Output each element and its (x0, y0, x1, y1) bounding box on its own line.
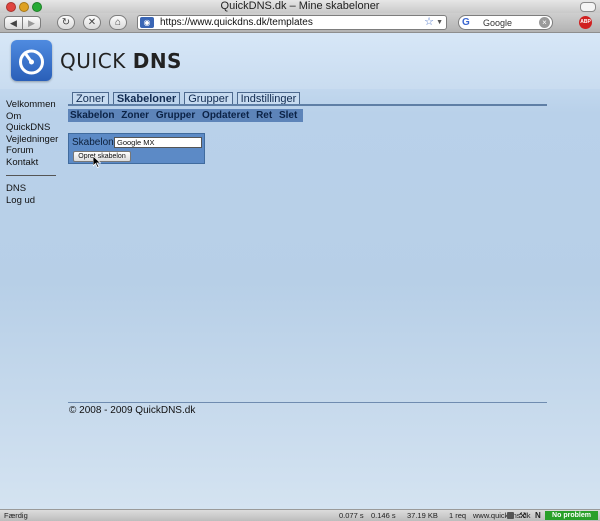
toolbar-toggle-button[interactable] (580, 2, 596, 12)
status-badge[interactable]: No problem (545, 511, 598, 520)
back-button[interactable]: ◀ (4, 16, 23, 30)
google-search-engine-icon[interactable]: G (462, 16, 470, 29)
lock-icon[interactable] (507, 512, 514, 519)
status-text: Færdig (4, 511, 28, 520)
create-template-button[interactable]: Opret skabelon (73, 151, 131, 162)
reload-button[interactable]: ↻ (57, 15, 75, 30)
sidebar-item-log-ud[interactable]: Log ud (6, 195, 66, 207)
column-header-opdateret: Opdateret (202, 110, 250, 121)
search-box[interactable]: G × (458, 15, 553, 30)
home-button[interactable]: ⌂ (109, 15, 127, 30)
page-viewport: QUICK DNS Velkommen Om QuickDNS Vejledni… (0, 33, 600, 509)
quickdns-logo-icon[interactable] (11, 40, 52, 81)
template-name-label: Skabelon: (72, 137, 117, 148)
sidebar-nav: Velkommen Om QuickDNS Vejledninger Forum… (6, 99, 66, 206)
column-header-slet: Slet (278, 110, 298, 121)
template-name-input[interactable] (114, 137, 202, 148)
column-header-zoner: Zoner (121, 110, 150, 121)
tab-underline (68, 104, 547, 106)
url-bar[interactable]: ◉ https://www.quickdns.dk/templates ☆ ▼ (137, 15, 447, 30)
load-time-1: 0.077 s (339, 511, 364, 520)
sidebar-item-om-quickdns[interactable]: Om QuickDNS (6, 111, 66, 134)
history-dropdown-icon[interactable]: ▼ (436, 17, 443, 29)
stop-button[interactable]: ✕ (83, 15, 101, 30)
sidebar-item-kontakt[interactable]: Kontakt (6, 157, 66, 169)
sidebar-item-vejledninger[interactable]: Vejledninger (6, 134, 66, 146)
mouse-cursor-icon (93, 156, 101, 168)
adblock-icon[interactable]: ABP (579, 16, 592, 29)
logo-text-bold: DNS (132, 49, 182, 73)
footer-divider (68, 402, 547, 403)
site-identity-icon[interactable]: ◉ (140, 17, 154, 28)
wrench-icon[interactable]: ⚒ (519, 510, 526, 521)
forward-button[interactable]: ▶ (22, 16, 41, 30)
create-template-form: Skabelon: Opret skabelon (68, 133, 205, 164)
sidebar-item-forum[interactable]: Forum (6, 145, 66, 157)
site-logo-text[interactable]: QUICK DNS (60, 49, 182, 73)
close-window-button[interactable] (6, 2, 16, 12)
logo-text-light: QUICK (60, 49, 126, 73)
load-time-2: 0.146 s (371, 511, 396, 520)
copyright-text: © 2008 - 2009 QuickDNS.dk (69, 405, 196, 416)
sidebar-item-velkommen[interactable]: Velkommen (6, 99, 66, 111)
column-header-skabelon: Skabelon (70, 110, 115, 121)
n-addon-icon[interactable]: N (535, 510, 541, 521)
site-header: QUICK DNS (0, 33, 600, 89)
page-size: 37.19 KB (407, 511, 438, 520)
template-table-header: Skabelon Zoner Grupper Opdateret Ret Sle… (68, 109, 304, 122)
sidebar-divider (6, 175, 56, 176)
browser-toolbar: ◀ ▶ ↻ ✕ ⌂ ◉ https://www.quickdns.dk/temp… (0, 13, 600, 33)
search-input[interactable] (483, 17, 538, 28)
zoom-window-button[interactable] (32, 2, 42, 12)
title-bar: QuickDNS.dk – Mine skabeloner (0, 0, 600, 13)
column-header-ret: Ret (256, 110, 273, 121)
url-text[interactable]: https://www.quickdns.dk/templates (160, 16, 313, 29)
column-header-grupper: Grupper (155, 110, 196, 121)
bookmark-star-icon[interactable]: ☆ (424, 16, 434, 29)
clear-search-icon[interactable]: × (539, 17, 550, 28)
minimize-window-button[interactable] (19, 2, 29, 12)
sidebar-item-dns[interactable]: DNS (6, 183, 66, 195)
request-count: 1 req (449, 511, 467, 520)
status-bar: Færdig 0.077 s 0.146 s 37.19 KB 1 req ww… (0, 509, 600, 521)
window-title: QuickDNS.dk – Mine skabeloner (220, 0, 380, 12)
